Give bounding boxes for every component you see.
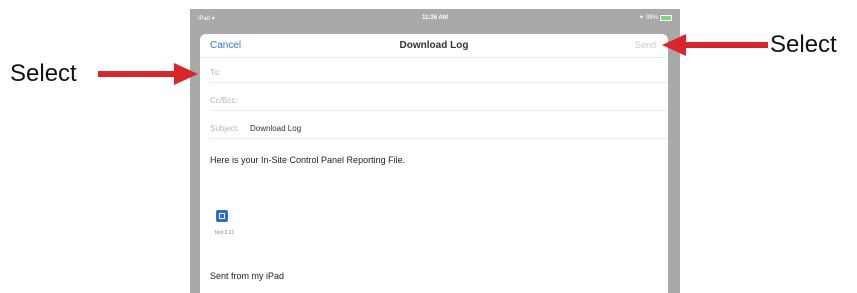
left-select-label: Select xyxy=(10,60,77,87)
send-button[interactable]: Send xyxy=(635,40,656,50)
battery-icon xyxy=(660,14,672,21)
subject-value: Download Log xyxy=(250,124,302,133)
to-field[interactable]: To: xyxy=(210,59,668,83)
subject-label: Subject: xyxy=(210,124,239,133)
status-time: 11:36 AM xyxy=(422,15,448,21)
mail-compose-sheet: Cancel Download Log Send To: Cc/Bcc: Sub… xyxy=(200,34,668,293)
attachment-name: Test 3.21 xyxy=(214,230,235,236)
battery-fill xyxy=(661,15,671,20)
ipad-screen: iPad ▾ 11:36 AM ✶ 99% Cancel Download Lo… xyxy=(190,9,680,293)
bluetooth-icon: ✶ xyxy=(638,15,644,21)
status-battery: ✶ 99% xyxy=(639,14,672,21)
compose-nav-bar: Cancel Download Log Send xyxy=(200,34,668,58)
subject-field[interactable]: Subject: Download Log xyxy=(210,115,668,139)
cc-bcc-label: Cc/Bcc: xyxy=(210,96,238,105)
right-arrow-icon xyxy=(662,34,768,56)
signature: Sent from my iPad xyxy=(210,271,285,281)
to-label: To: xyxy=(210,68,221,77)
left-arrow-icon xyxy=(98,63,198,85)
compose-title: Download Log xyxy=(399,40,469,51)
cc-bcc-field[interactable]: Cc/Bcc: xyxy=(210,87,668,111)
attachment-file-icon xyxy=(216,210,228,222)
battery-percent: 99% xyxy=(645,14,658,21)
status-bar: iPad ▾ 11:36 AM ✶ 99% xyxy=(190,9,680,29)
attachment[interactable]: Test 3.21 xyxy=(214,210,244,240)
message-body[interactable]: Here is your In-Site Control Panel Repor… xyxy=(210,155,405,165)
right-select-label: Select xyxy=(770,31,837,58)
